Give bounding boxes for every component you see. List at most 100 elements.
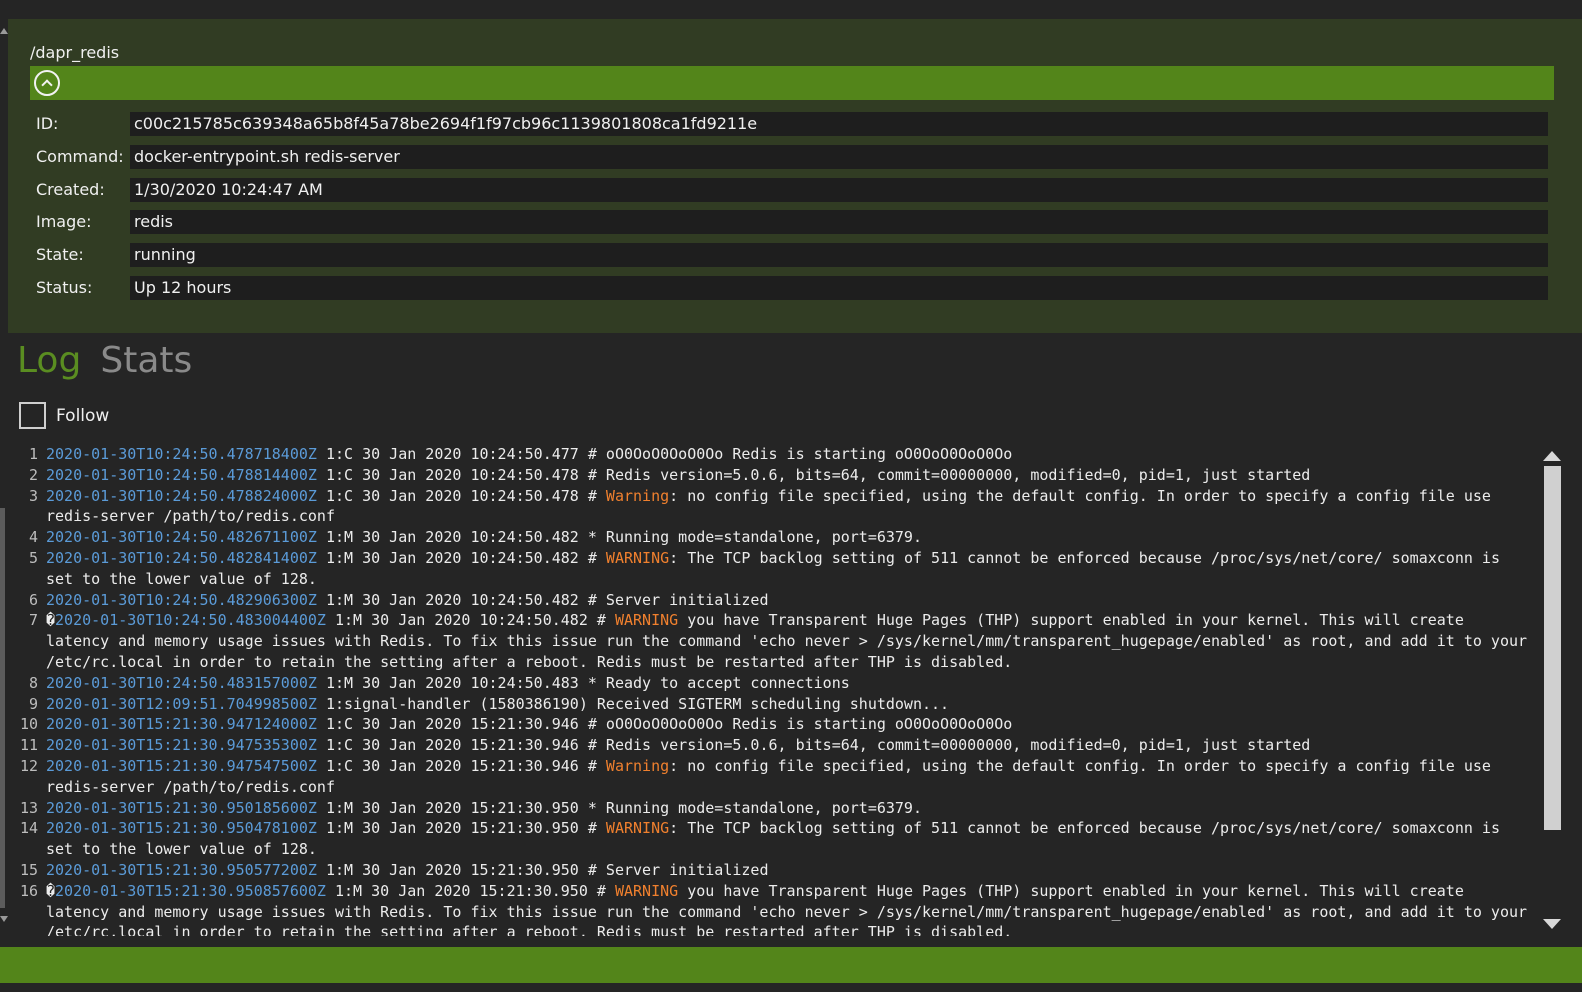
log-level-warning: WARNING (614, 611, 679, 630)
log-line-number: 11 (19, 736, 38, 755)
log-message: 1:M 30 Jan 2020 10:24:50.482 * Running m… (316, 528, 922, 547)
chevron-up-icon (41, 79, 53, 91)
log-line-number: 3 (28, 486, 38, 505)
tab-log[interactable]: Log (17, 340, 81, 381)
log-line-number: 16 (19, 881, 38, 900)
log-line-number: 10 (19, 715, 38, 734)
log-line-number: 13 (19, 798, 38, 817)
log-timestamp: 2020-01-30T10:24:50.483004400Z (55, 611, 326, 630)
log-line-number: 8 (28, 673, 38, 692)
outer-scrollbar[interactable] (0, 508, 5, 908)
log-message: 1:M 30 Jan 2020 10:24:50.483 * Ready to … (316, 673, 850, 692)
log-line: 11 2020-01-30T15:21:30.947535300Z 1:C 30 … (18, 735, 1534, 756)
log-viewer[interactable]: 1 2020-01-30T10:24:50.478718400Z 1:C 30 J… (18, 444, 1534, 936)
log-timestamp: 2020-01-30T10:24:50.478718400Z (46, 445, 317, 463)
log-line-number: 5 (28, 548, 38, 567)
log-timestamp: 2020-01-30T15:21:30.950185600Z (46, 798, 317, 817)
status-bar (0, 947, 1582, 983)
container-header-bar (30, 66, 1554, 100)
log-level-warning: Warning (605, 486, 670, 505)
log-scrollbar-thumb[interactable] (1544, 466, 1561, 830)
log-timestamp: 2020-01-30T10:24:50.482906300Z (46, 590, 317, 609)
log-line-number: 15 (19, 860, 38, 879)
property-value-created: 1/30/2020 10:24:47 AM (130, 178, 1548, 202)
log-message: 1:M 30 Jan 2020 10:24:50.482 # Server in… (316, 590, 769, 609)
log-line-number: 9 (28, 694, 38, 713)
log-line: 5 2020-01-30T10:24:50.482841400Z 1:M 30 J… (18, 548, 1534, 590)
log-timestamp: 2020-01-30T15:21:30.950478100Z (46, 819, 317, 838)
log-line-number: 4 (28, 528, 38, 547)
log-timestamp: 2020-01-30T10:24:50.482671100Z (46, 528, 317, 547)
log-message: 1:M 30 Jan 2020 10:24:50.482 # (325, 611, 615, 630)
property-label: ID: (36, 114, 59, 133)
outer-scroll-down-arrow[interactable] (0, 916, 8, 922)
property-value-id: c00c215785c639348a65b8f45a78be2694f1f97c… (130, 112, 1548, 136)
log-message: 1:C 30 Jan 2020 10:24:50.478 # Redis ver… (316, 465, 1311, 484)
property-value-status: Up 12 hours (130, 276, 1548, 300)
log-message: 1:C 30 Jan 2020 10:24:50.478 # (316, 486, 606, 505)
log-message: 1:C 30 Jan 2020 15:21:30.946 # Redis ver… (316, 736, 1311, 755)
outer-scroll-up-arrow[interactable] (0, 28, 8, 34)
log-line: 15 2020-01-30T15:21:30.950577200Z 1:M 30 … (18, 860, 1534, 881)
property-row-image: Image: redis (36, 210, 1548, 234)
log-line-number: 1 (28, 445, 38, 463)
log-timestamp: 2020-01-30T15:21:30.950857600Z (55, 881, 326, 900)
log-line-number: 6 (28, 590, 38, 609)
log-level-warning: WARNING (614, 881, 679, 900)
log-timestamp: 2020-01-30T15:21:30.950577200Z (46, 860, 317, 879)
follow-label: Follow (56, 406, 110, 426)
follow-checkbox[interactable] (19, 402, 46, 429)
log-line: 7 �2020-01-30T10:24:50.483004400Z 1:M 30 … (18, 610, 1534, 672)
log-line: 13 2020-01-30T15:21:30.950185600Z 1:M 30 … (18, 798, 1534, 819)
property-row-created: Created: 1/30/2020 10:24:47 AM (36, 178, 1548, 202)
property-row-status: Status: Up 12 hours (36, 276, 1548, 300)
log-timestamp: 2020-01-30T15:21:30.947124000Z (46, 715, 317, 734)
tab-bar: Log Stats (17, 340, 206, 386)
log-scroll-up-arrow[interactable] (1543, 451, 1561, 461)
log-line: 14 2020-01-30T15:21:30.950478100Z 1:M 30 … (18, 818, 1534, 860)
log-line-prefix: � (46, 881, 56, 900)
log-message: 1:M 30 Jan 2020 15:21:30.950 # (316, 819, 606, 838)
log-timestamp: 2020-01-30T10:24:50.478824000Z (46, 486, 317, 505)
log-scroll-down-arrow[interactable] (1543, 919, 1561, 929)
property-label: Status: (36, 278, 93, 297)
log-level-warning: WARNING (605, 548, 670, 567)
property-label: Command: (36, 147, 124, 166)
log-line: 8 2020-01-30T10:24:50.483157000Z 1:M 30 J… (18, 673, 1534, 694)
property-label: State: (36, 245, 84, 264)
log-line-prefix: � (46, 611, 56, 630)
log-timestamp: 2020-01-30T15:21:30.947547500Z (46, 756, 317, 775)
log-level-warning: WARNING (605, 819, 670, 838)
property-row-command: Command: docker-entrypoint.sh redis-serv… (36, 145, 1548, 169)
log-message: 1:C 30 Jan 2020 15:21:30.946 # (316, 756, 606, 775)
log-line: 16 �2020-01-30T15:21:30.950857600Z 1:M 30… (18, 881, 1534, 936)
log-line: 10 2020-01-30T15:21:30.947124000Z 1:C 30 … (18, 714, 1534, 735)
property-row-id: ID: c00c215785c639348a65b8f45a78be2694f1… (36, 112, 1548, 136)
log-line: 1 2020-01-30T10:24:50.478718400Z 1:C 30 J… (18, 444, 1534, 465)
log-message: 1:M 30 Jan 2020 15:21:30.950 # (325, 881, 615, 900)
property-label: Image: (36, 212, 92, 231)
log-timestamp: 2020-01-30T10:24:50.483157000Z (46, 673, 317, 692)
log-line: 6 2020-01-30T10:24:50.482906300Z 1:M 30 J… (18, 590, 1534, 611)
tab-stats[interactable]: Stats (100, 340, 192, 381)
log-line: 9 2020-01-30T12:09:51.704998500Z 1:signal… (18, 694, 1534, 715)
property-row-state: State: running (36, 243, 1548, 267)
property-value-image: redis (130, 210, 1548, 234)
log-message: 1:M 30 Jan 2020 10:24:50.482 # (316, 548, 606, 567)
log-line: 2 2020-01-30T10:24:50.478814400Z 1:C 30 J… (18, 465, 1534, 486)
log-line-number: 2 (28, 465, 38, 484)
property-value-command: docker-entrypoint.sh redis-server (130, 145, 1548, 169)
log-line-number: 14 (19, 819, 38, 838)
log-level-warning: Warning (605, 756, 670, 775)
property-value-state: running (130, 243, 1548, 267)
log-line: 12 2020-01-30T15:21:30.947547500Z 1:C 30 … (18, 756, 1534, 798)
collapse-button[interactable] (34, 70, 60, 96)
log-line-number: 12 (19, 756, 38, 775)
log-message: 1:C 30 Jan 2020 15:21:30.946 # oO0OoO0Oo… (316, 715, 1013, 734)
log-timestamp: 2020-01-30T10:24:50.482841400Z (46, 548, 317, 567)
log-message: 1:signal-handler (1580386190) Received S… (316, 694, 950, 713)
log-message: 1:M 30 Jan 2020 15:21:30.950 * Running m… (316, 798, 922, 817)
app-window: /dapr_redis ID: c00c215785c639348a65b8f4… (0, 0, 1582, 992)
property-label: Created: (36, 180, 105, 199)
log-message: 1:C 30 Jan 2020 10:24:50.477 # oO0OoO0Oo… (316, 445, 1013, 463)
